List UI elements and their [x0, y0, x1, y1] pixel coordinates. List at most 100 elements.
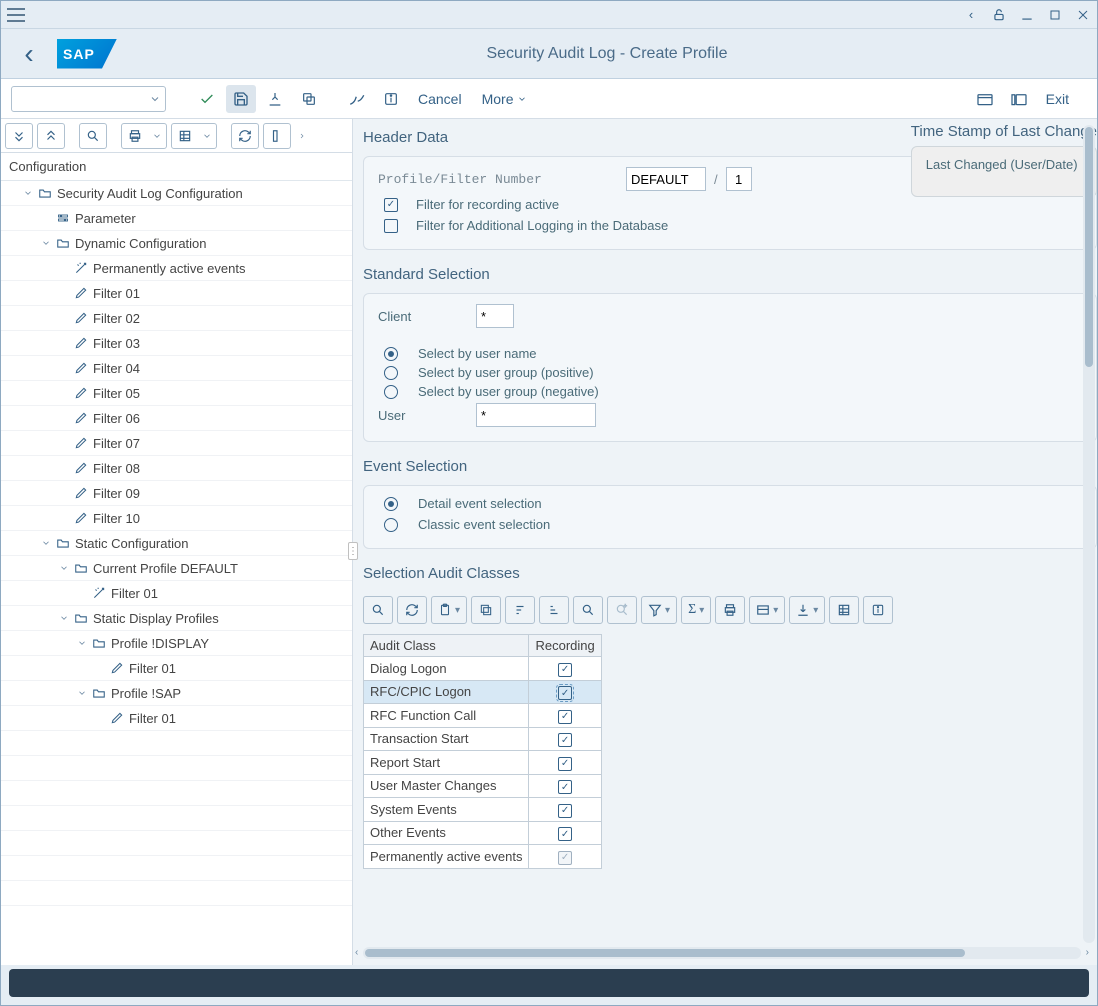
- audit-row[interactable]: Report Start: [364, 751, 602, 775]
- recording-cell[interactable]: [529, 657, 601, 681]
- recording-cell[interactable]: [529, 821, 601, 845]
- recording-checkbox[interactable]: [558, 710, 572, 724]
- export-button[interactable]: [172, 123, 198, 149]
- scrollbar-thumb[interactable]: [1085, 127, 1093, 367]
- sort-desc-button[interactable]: [539, 596, 569, 624]
- tree-node-filter[interactable]: Filter 01: [1, 281, 352, 306]
- expander-icon[interactable]: [57, 561, 71, 575]
- export-more-button[interactable]: [198, 123, 216, 149]
- export-button[interactable]: ▾: [789, 596, 825, 624]
- audit-row[interactable]: Transaction Start: [364, 727, 602, 751]
- recording-checkbox[interactable]: [558, 686, 572, 700]
- tree-node-static[interactable]: Static Configuration: [1, 531, 352, 556]
- recording-checkbox[interactable]: [558, 780, 572, 794]
- client-input[interactable]: [476, 304, 514, 328]
- minimize-icon[interactable]: [1019, 7, 1035, 23]
- expander-icon[interactable]: [21, 186, 35, 200]
- recording-checkbox[interactable]: [558, 733, 572, 747]
- tree-node-filter[interactable]: Filter 10: [1, 506, 352, 531]
- audit-row[interactable]: RFC/CPIC Logon: [364, 680, 602, 704]
- print-button[interactable]: [715, 596, 745, 624]
- view-button[interactable]: ▾: [749, 596, 785, 624]
- recording-checkbox[interactable]: [558, 663, 572, 677]
- user-input[interactable]: [476, 403, 596, 427]
- recording-cell[interactable]: [529, 798, 601, 822]
- recording-checkbox[interactable]: [558, 804, 572, 818]
- tree-node-filter[interactable]: Filter 04: [1, 356, 352, 381]
- recording-active-checkbox[interactable]: [384, 198, 398, 212]
- save-button[interactable]: [226, 85, 256, 113]
- history-back-icon[interactable]: ‹: [963, 7, 979, 23]
- refresh-button[interactable]: [397, 596, 427, 624]
- distribute-button[interactable]: [260, 85, 290, 113]
- tree-node-filter[interactable]: Filter 02: [1, 306, 352, 331]
- copy-button[interactable]: [471, 596, 501, 624]
- filter-number-input[interactable]: [726, 167, 752, 191]
- unlock-icon[interactable]: [991, 7, 1007, 23]
- tree-node-filter[interactable]: Filter 01: [1, 656, 352, 681]
- find-button[interactable]: [573, 596, 603, 624]
- print-more-button[interactable]: [148, 123, 166, 149]
- recording-cell[interactable]: [529, 751, 601, 775]
- tree-node-filter[interactable]: Filter 01: [1, 581, 352, 606]
- exit-button[interactable]: Exit: [1038, 87, 1077, 111]
- col-recording[interactable]: Recording: [529, 635, 601, 657]
- sort-asc-button[interactable]: [505, 596, 535, 624]
- expand-all-button[interactable]: [6, 123, 32, 149]
- audit-row[interactable]: Permanently active events: [364, 845, 602, 869]
- maximize-icon[interactable]: [1047, 7, 1063, 23]
- command-input[interactable]: [16, 88, 149, 110]
- clipboard-button[interactable]: ▾: [431, 596, 467, 624]
- cancel-button[interactable]: Cancel: [410, 87, 470, 111]
- scroll-left-icon[interactable]: ‹: [355, 947, 358, 958]
- config-tree[interactable]: Security Audit Log Configuration Paramet…: [1, 181, 352, 965]
- tree-node-filter[interactable]: Filter 01: [1, 706, 352, 731]
- tree-node-sal-config[interactable]: Security Audit Log Configuration: [1, 181, 352, 206]
- command-field[interactable]: [11, 86, 166, 112]
- sum-button[interactable]: Σ▾: [681, 596, 711, 624]
- additional-logging-checkbox[interactable]: [384, 219, 398, 233]
- collapse-all-button[interactable]: [38, 123, 64, 149]
- radio-by-user-name[interactable]: [384, 347, 398, 361]
- tree-node-filter[interactable]: Filter 07: [1, 431, 352, 456]
- tree-node-filter[interactable]: Filter 06: [1, 406, 352, 431]
- tree-node-perm-active[interactable]: Permanently active events: [1, 256, 352, 281]
- radio-by-user-group-pos[interactable]: [384, 366, 398, 380]
- menu-icon[interactable]: [7, 8, 25, 22]
- audit-row[interactable]: Dialog Logon: [364, 657, 602, 681]
- info-button[interactable]: [863, 596, 893, 624]
- recording-cell[interactable]: [529, 774, 601, 798]
- back-button[interactable]: ‹: [15, 40, 43, 68]
- audit-row[interactable]: RFC Function Call: [364, 704, 602, 728]
- expander-icon[interactable]: [39, 236, 53, 250]
- tree-node-current-profile[interactable]: Current Profile DEFAULT: [1, 556, 352, 581]
- print-button[interactable]: [122, 123, 148, 149]
- refresh-button[interactable]: [232, 123, 258, 149]
- radio-by-user-group-neg[interactable]: [384, 385, 398, 399]
- scrollbar-thumb[interactable]: [365, 949, 965, 957]
- tree-node-filter[interactable]: Filter 09: [1, 481, 352, 506]
- tree-node-parameter[interactable]: Parameter: [1, 206, 352, 231]
- audit-row[interactable]: System Events: [364, 798, 602, 822]
- copy-button[interactable]: [294, 85, 324, 113]
- expander-icon[interactable]: [75, 686, 89, 700]
- recording-cell[interactable]: [529, 845, 601, 869]
- layout-button[interactable]: [829, 596, 859, 624]
- expander-icon[interactable]: [57, 611, 71, 625]
- tree-node-static-display[interactable]: Static Display Profiles: [1, 606, 352, 631]
- audit-row[interactable]: User Master Changes: [364, 774, 602, 798]
- vertical-scrollbar[interactable]: [1083, 125, 1095, 943]
- recording-cell[interactable]: [529, 704, 601, 728]
- more-button[interactable]: More: [474, 87, 536, 111]
- close-icon[interactable]: [1075, 7, 1091, 23]
- column-more-button[interactable]: [295, 123, 309, 149]
- scroll-right-icon[interactable]: ›: [1086, 947, 1089, 958]
- accept-button[interactable]: [192, 85, 222, 113]
- new-window-button[interactable]: [970, 85, 1000, 113]
- tree-node-filter[interactable]: Filter 08: [1, 456, 352, 481]
- recording-cell[interactable]: [529, 727, 601, 751]
- audit-row[interactable]: Other Events: [364, 821, 602, 845]
- find-button[interactable]: [80, 123, 106, 149]
- tree-node-filter[interactable]: Filter 05: [1, 381, 352, 406]
- find-next-button[interactable]: +: [607, 596, 637, 624]
